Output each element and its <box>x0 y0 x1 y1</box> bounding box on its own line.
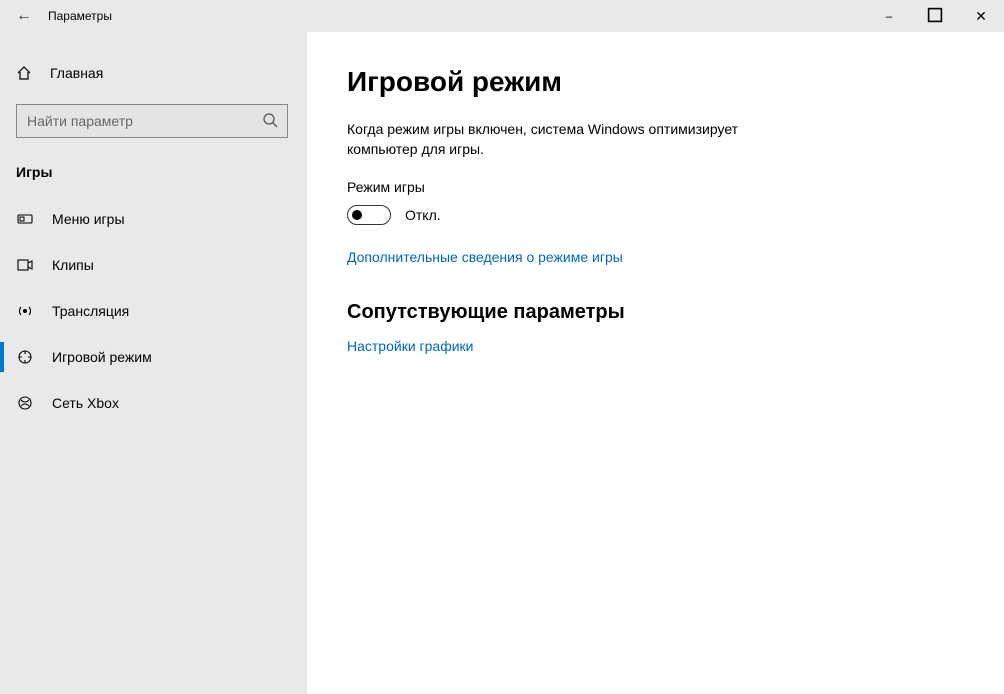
maximize-icon <box>927 7 943 26</box>
toggle-row: Откл. <box>347 205 1004 225</box>
settings-window: ← Параметры – ✕ Главная <box>0 0 1004 694</box>
game-bar-icon <box>16 211 34 227</box>
home-icon <box>16 65 32 81</box>
toggle-knob-icon <box>352 210 362 220</box>
sidebar-item-broadcasting[interactable]: Трансляция <box>0 288 307 334</box>
sidebar-item-game-mode[interactable]: Игровой режим <box>0 334 307 380</box>
search-icon <box>262 112 278 131</box>
sidebar: Главная Игры Меню игры <box>0 32 307 694</box>
sidebar-item-label: Клипы <box>52 257 94 273</box>
search-input[interactable] <box>16 104 288 138</box>
arrow-left-icon: ← <box>16 7 32 25</box>
minimize-icon: – <box>886 9 893 23</box>
window-title: Параметры <box>48 9 112 23</box>
close-button[interactable]: ✕ <box>958 0 1004 32</box>
maximize-button[interactable] <box>912 0 958 32</box>
content-pane: Игровой режим Когда режим игры включен, … <box>307 32 1004 694</box>
minimize-button[interactable]: – <box>866 0 912 32</box>
sidebar-item-game-bar[interactable]: Меню игры <box>0 196 307 242</box>
titlebar: ← Параметры – ✕ <box>0 0 1004 32</box>
sidebar-home-label: Главная <box>50 65 103 81</box>
toggle-state-label: Откл. <box>405 207 441 223</box>
window-body: Главная Игры Меню игры <box>0 32 1004 694</box>
sidebar-item-label: Трансляция <box>52 303 129 319</box>
broadcast-icon <box>16 303 34 319</box>
search-wrap <box>16 104 288 138</box>
sidebar-item-label: Сеть Xbox <box>52 395 119 411</box>
game-mode-icon <box>16 349 34 365</box>
learn-more-link[interactable]: Дополнительные сведения о режиме игры <box>347 249 1004 265</box>
sidebar-item-xbox-network[interactable]: Сеть Xbox <box>0 380 307 426</box>
sidebar-category: Игры <box>0 146 307 190</box>
sidebar-item-captures[interactable]: Клипы <box>0 242 307 288</box>
sidebar-nav: Меню игры Клипы Трансляция <box>0 196 307 426</box>
toggle-title: Режим игры <box>347 179 1004 195</box>
page-description: Когда режим игры включен, система Window… <box>347 120 787 159</box>
game-mode-toggle[interactable] <box>347 205 391 225</box>
close-icon: ✕ <box>975 8 987 25</box>
sidebar-home[interactable]: Главная <box>0 54 307 92</box>
xbox-icon <box>16 395 34 411</box>
sidebar-item-label: Игровой режим <box>52 349 152 365</box>
back-button[interactable]: ← <box>0 0 48 32</box>
page-title: Игровой режим <box>347 66 1004 98</box>
captures-icon <box>16 257 34 273</box>
graphics-settings-link[interactable]: Настройки графики <box>347 338 1004 354</box>
related-heading: Сопутствующие параметры <box>347 301 1004 324</box>
sidebar-item-label: Меню игры <box>52 211 125 227</box>
